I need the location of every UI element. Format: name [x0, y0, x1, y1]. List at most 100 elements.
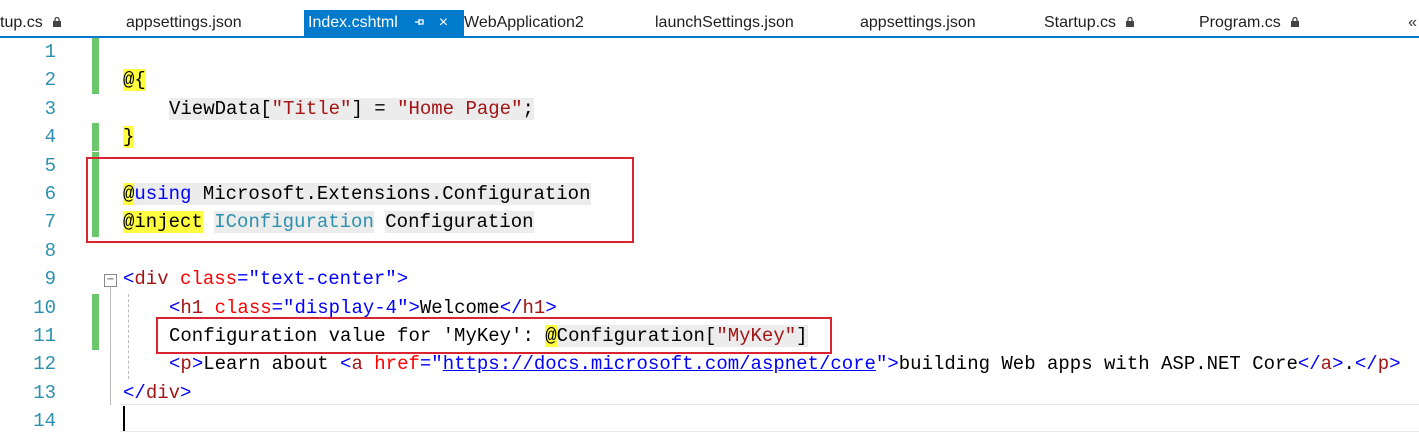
tab-label: appsettings.json: [126, 14, 242, 31]
indent-guide: [128, 294, 129, 379]
tag-name: div: [134, 268, 169, 290]
annotation-box-config-value: [156, 317, 832, 354]
line-number: 13: [33, 382, 56, 404]
tag-bracket: <: [169, 297, 181, 319]
tag-name: p: [1377, 353, 1390, 375]
tab-overflow-button[interactable]: «: [1408, 10, 1417, 36]
code-line-13: </div>: [123, 379, 191, 407]
tag-bracket: </: [499, 297, 523, 319]
tab-label: WebApplication2: [464, 14, 584, 31]
line-number: 3: [44, 98, 56, 120]
changed-lines-bar: [92, 294, 99, 350]
line-number: 11: [33, 325, 56, 347]
code-token: ] =: [351, 98, 398, 120]
code-token: ": [431, 353, 443, 375]
text-caret: [123, 406, 125, 431]
tab-startup-cs[interactable]: Startup.cs: [1044, 10, 1135, 36]
code-token: ;: [522, 98, 534, 120]
attr-value: "display-4": [283, 297, 409, 319]
tag-bracket: <: [169, 353, 181, 375]
line-number: 14: [33, 410, 56, 432]
outline-guide: [110, 287, 111, 405]
tag-bracket: <: [123, 268, 135, 290]
close-icon[interactable]: ×: [439, 10, 448, 36]
tag-bracket: </: [123, 382, 146, 404]
attr-name: href: [362, 353, 420, 375]
pin-icon[interactable]: [414, 10, 426, 36]
code-text: building Web apps with ASP.NET Core: [898, 353, 1298, 375]
tab-startup-partial[interactable]: tup.cs: [0, 10, 62, 36]
line-number: 6: [44, 183, 56, 205]
collapse-region-toggle[interactable]: −: [104, 274, 117, 287]
line-number: 5: [44, 155, 56, 177]
attr-name: class: [168, 268, 238, 290]
tag-bracket: >: [1389, 353, 1401, 375]
line-number: 10: [33, 297, 56, 319]
tag-name: h1: [522, 297, 546, 319]
changed-lines-bar: [92, 123, 99, 151]
lock-icon: [53, 10, 62, 36]
tab-appsettings-json[interactable]: appsettings.json: [126, 10, 242, 36]
line-number: 9: [44, 268, 56, 290]
tag-name: a: [1320, 353, 1333, 375]
tag-bracket: </: [1354, 353, 1378, 375]
tab-label: tup.cs: [0, 14, 43, 32]
tag-bracket: >: [191, 353, 204, 375]
annotation-box-inject: [86, 157, 634, 243]
code-token: =: [419, 353, 432, 375]
code-line-3: ViewData["Title"] = "Home Page";: [169, 95, 534, 123]
tag-bracket: >: [408, 297, 420, 319]
attr-name: class: [203, 297, 272, 319]
tag-name: h1: [180, 297, 204, 319]
document-tab-strip: tup.cs appsettings.json Index.cshtml × W…: [0, 10, 1419, 36]
tag-name: div: [145, 382, 181, 404]
code-text: .: [1343, 353, 1355, 375]
code-url-link[interactable]: https://docs.microsoft.com/aspnet/core: [443, 353, 876, 375]
tab-launchsettings-json[interactable]: launchSettings.json: [655, 10, 794, 36]
line-number: 7: [44, 211, 56, 233]
code-string: "Home Page": [397, 98, 523, 120]
code-line-12: <p>Learn about <a href="https://docs.mic…: [169, 350, 1401, 378]
lock-icon: [1291, 10, 1300, 36]
tag-bracket: >: [1332, 353, 1344, 375]
attr-value: "text-center": [248, 268, 397, 290]
tab-label: Startup.cs: [1044, 14, 1117, 32]
razor-block-close: }: [123, 126, 135, 148]
code-line-4: }: [123, 123, 135, 151]
tag-bracket: >: [396, 268, 409, 290]
line-number: 1: [44, 41, 56, 63]
tag-bracket: >: [545, 297, 557, 319]
line-number: 2: [44, 69, 56, 91]
tab-label: appsettings.json: [860, 14, 976, 31]
tab-index-cshtml[interactable]: Index.cshtml ×: [304, 10, 464, 36]
code-string: "Title": [271, 98, 352, 120]
line-number: 4: [44, 126, 56, 148]
tab-label: Index.cshtml: [308, 14, 398, 32]
line-number: 8: [44, 240, 56, 262]
tab-program-cs[interactable]: Program.cs: [1199, 10, 1300, 36]
tag-bracket: >: [180, 382, 192, 404]
code-text: Welcome: [419, 297, 500, 319]
code-line-2: @{: [123, 66, 146, 94]
tag-bracket: </: [1297, 353, 1321, 375]
tab-label: launchSettings.json: [655, 14, 794, 31]
changed-lines-bar: [92, 38, 99, 94]
tag-bracket: >: [887, 353, 899, 375]
code-token: =: [271, 297, 284, 319]
code-token: ViewData[: [169, 98, 272, 120]
code-token: ": [875, 353, 888, 375]
tab-label: Program.cs: [1199, 14, 1281, 32]
code-token: =: [237, 268, 249, 290]
tag-name: p: [180, 353, 192, 375]
line-number: 12: [33, 353, 56, 375]
code-text: Learn about: [203, 353, 341, 375]
current-line-highlight: [120, 404, 1419, 432]
code-line-9: <div class="text-center">: [123, 265, 408, 293]
tab-webapplication2[interactable]: WebApplication2: [464, 10, 584, 36]
lock-icon: [1126, 10, 1135, 36]
tag-name: a: [351, 353, 363, 375]
tab-appsettings-json-2[interactable]: appsettings.json: [860, 10, 976, 36]
tag-bracket: <: [340, 353, 352, 375]
razor-block-open: @{: [123, 69, 146, 91]
code-editor[interactable]: 1 2 3 4 5 6 7 8 9 10 11 12 13 14 − @{ Vi…: [0, 38, 1419, 447]
